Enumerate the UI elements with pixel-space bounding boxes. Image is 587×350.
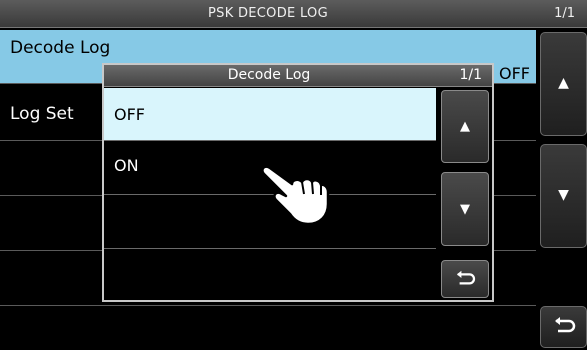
- option-label: OFF: [114, 105, 145, 124]
- list-item-label: Log Set: [10, 104, 74, 124]
- screen: PSK DECODE LOG 1/1 Decode Log OFF Log Se…: [0, 0, 587, 350]
- list-item-value: OFF: [499, 64, 530, 83]
- dialog-scroll-down-button[interactable]: ▼: [441, 172, 489, 246]
- dialog-back-button[interactable]: [441, 260, 489, 298]
- return-arrow-icon: [442, 269, 488, 291]
- triangle-down-icon: ▼: [558, 187, 569, 203]
- triangle-up-icon: ▲: [558, 75, 569, 91]
- option-label: ON: [114, 156, 139, 175]
- option-off[interactable]: OFF: [104, 88, 436, 141]
- dialog-title-bar: Decode Log 1/1: [104, 65, 492, 87]
- triangle-up-icon: ▲: [460, 119, 470, 134]
- hand-pointer-icon: [258, 160, 338, 230]
- list-item-label: Decode Log: [10, 38, 111, 58]
- page-indicator: 1/1: [554, 6, 575, 21]
- scroll-up-button[interactable]: ▲: [540, 32, 587, 136]
- back-button[interactable]: [540, 306, 587, 348]
- screen-title: PSK DECODE LOG: [208, 6, 328, 21]
- triangle-down-icon: ▼: [460, 202, 470, 217]
- dialog-scroll-up-button[interactable]: ▲: [441, 90, 489, 163]
- scroll-down-button[interactable]: ▼: [540, 144, 587, 248]
- return-arrow-icon: [541, 315, 586, 340]
- title-bar: PSK DECODE LOG 1/1: [0, 0, 587, 28]
- dialog-page-indicator: 1/1: [459, 67, 482, 83]
- dialog-title: Decode Log: [227, 67, 311, 83]
- option-empty[interactable]: [104, 250, 436, 303]
